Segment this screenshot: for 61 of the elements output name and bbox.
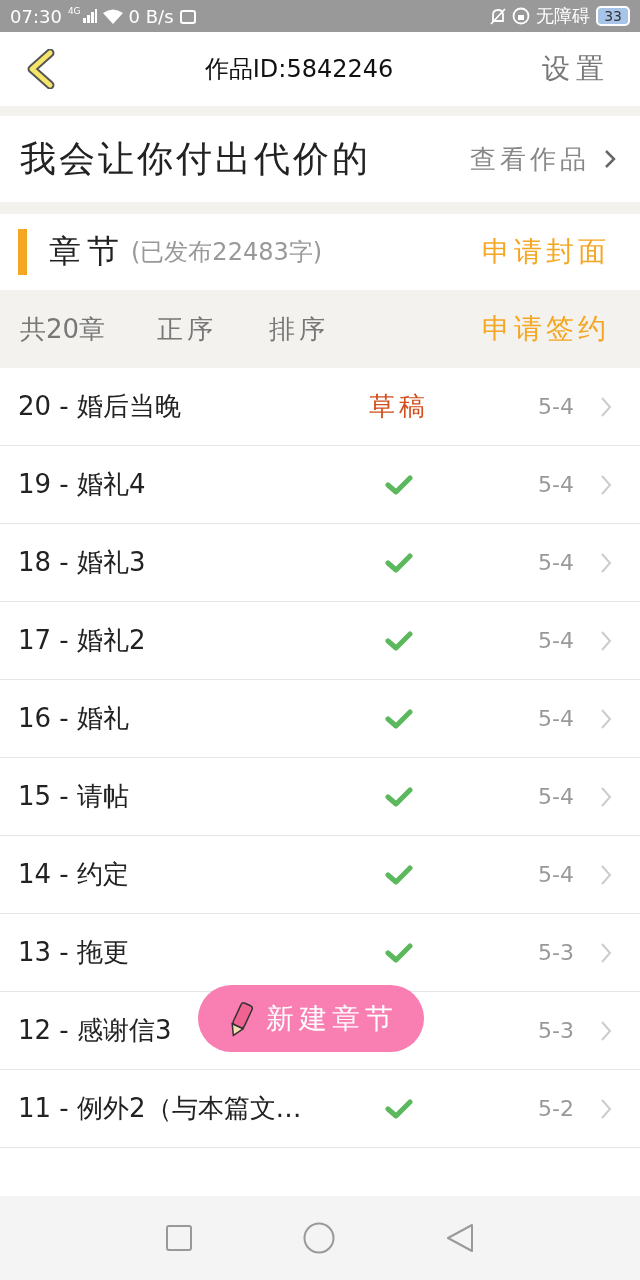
chapter-title: 19 - 婚礼4	[18, 468, 146, 501]
chapter-date: 5-4	[537, 784, 574, 809]
chapter-title: 16 - 婚礼	[18, 702, 129, 735]
chapter-date: 5-4	[537, 550, 574, 575]
network-label: 4G	[67, 6, 81, 16]
section-title: 章节	[49, 231, 125, 272]
chapter-date: 5-3	[537, 1018, 574, 1043]
battery-indicator: 33	[596, 6, 630, 26]
chapter-row[interactable]: 11 - 例外2（与本篇文… 5-2	[0, 1070, 640, 1148]
wifi-icon	[102, 8, 123, 24]
chevron-icon	[600, 1097, 612, 1120]
chapter-date: 5-2	[537, 1096, 574, 1121]
chapter-row[interactable]: 15 - 请帖 5-4	[0, 758, 640, 836]
clock: 07:30	[10, 5, 62, 27]
page-title: 作品ID:5842246	[203, 54, 395, 85]
chapter-row[interactable]: 20 - 婚后当晚 草稿 5-4	[0, 368, 640, 446]
signal-icon	[82, 9, 97, 23]
chapter-title: 17 - 婚礼2	[18, 624, 146, 657]
view-work-link[interactable]: 查看作品	[470, 141, 590, 177]
chevron-icon	[600, 551, 612, 574]
chapter-date: 5-4	[537, 862, 574, 887]
chapter-row[interactable]: 18 - 婚礼3 5-4	[0, 524, 640, 602]
accessibility-label: 无障碍	[536, 4, 591, 28]
chapter-title: 20 - 婚后当晚	[18, 390, 181, 423]
chevron-icon	[604, 149, 616, 169]
draft-label: 草稿	[369, 390, 429, 423]
chapter-row[interactable]: 19 - 婚礼4 5-4	[0, 446, 640, 524]
chapter-title: 15 - 请帖	[18, 780, 129, 813]
chapter-title: 13 - 拖更	[18, 936, 129, 969]
chevron-icon	[600, 629, 612, 652]
chapter-date: 5-4	[537, 472, 574, 497]
chapter-count: 共20章	[20, 312, 106, 346]
chevron-icon	[600, 785, 612, 808]
chevron-icon	[600, 395, 612, 418]
chapter-row[interactable]: 16 - 婚礼 5-4	[0, 680, 640, 758]
back-button[interactable]	[26, 49, 56, 89]
chevron-icon	[600, 473, 612, 496]
chapter-date: 5-3	[537, 940, 574, 965]
settings-button[interactable]: 设置	[542, 50, 610, 88]
chevron-icon	[600, 1019, 612, 1042]
recents-icon[interactable]	[165, 1225, 192, 1251]
order-button[interactable]: 正序	[157, 311, 218, 347]
chapter-date: 5-4	[537, 628, 574, 653]
chevron-icon	[600, 707, 612, 730]
chapter-row[interactable]: 17 - 婚礼2 5-4	[0, 602, 640, 680]
home-icon[interactable]	[303, 1222, 335, 1254]
chapter-row[interactable]: 14 - 约定 5-4	[0, 836, 640, 914]
chapter-date: 5-4	[537, 394, 574, 419]
sort-button[interactable]: 排序	[269, 311, 330, 347]
chapter-title: 11 - 例外2（与本篇文…	[18, 1092, 302, 1125]
chevron-icon	[600, 863, 612, 886]
chevron-icon	[600, 941, 612, 964]
chapter-title: 12 - 感谢信3	[18, 1014, 172, 1047]
chapter-title: 18 - 婚礼3	[18, 546, 146, 579]
accent-bar	[18, 229, 27, 275]
chapter-title: 14 - 约定	[18, 858, 129, 891]
chapter-date: 5-4	[537, 706, 574, 731]
speed-label: 0 B/s	[128, 5, 174, 27]
work-title: 我会让你付出代价的	[20, 136, 372, 181]
word-count: (已发布22483字)	[131, 237, 323, 268]
back-icon[interactable]	[446, 1223, 475, 1253]
